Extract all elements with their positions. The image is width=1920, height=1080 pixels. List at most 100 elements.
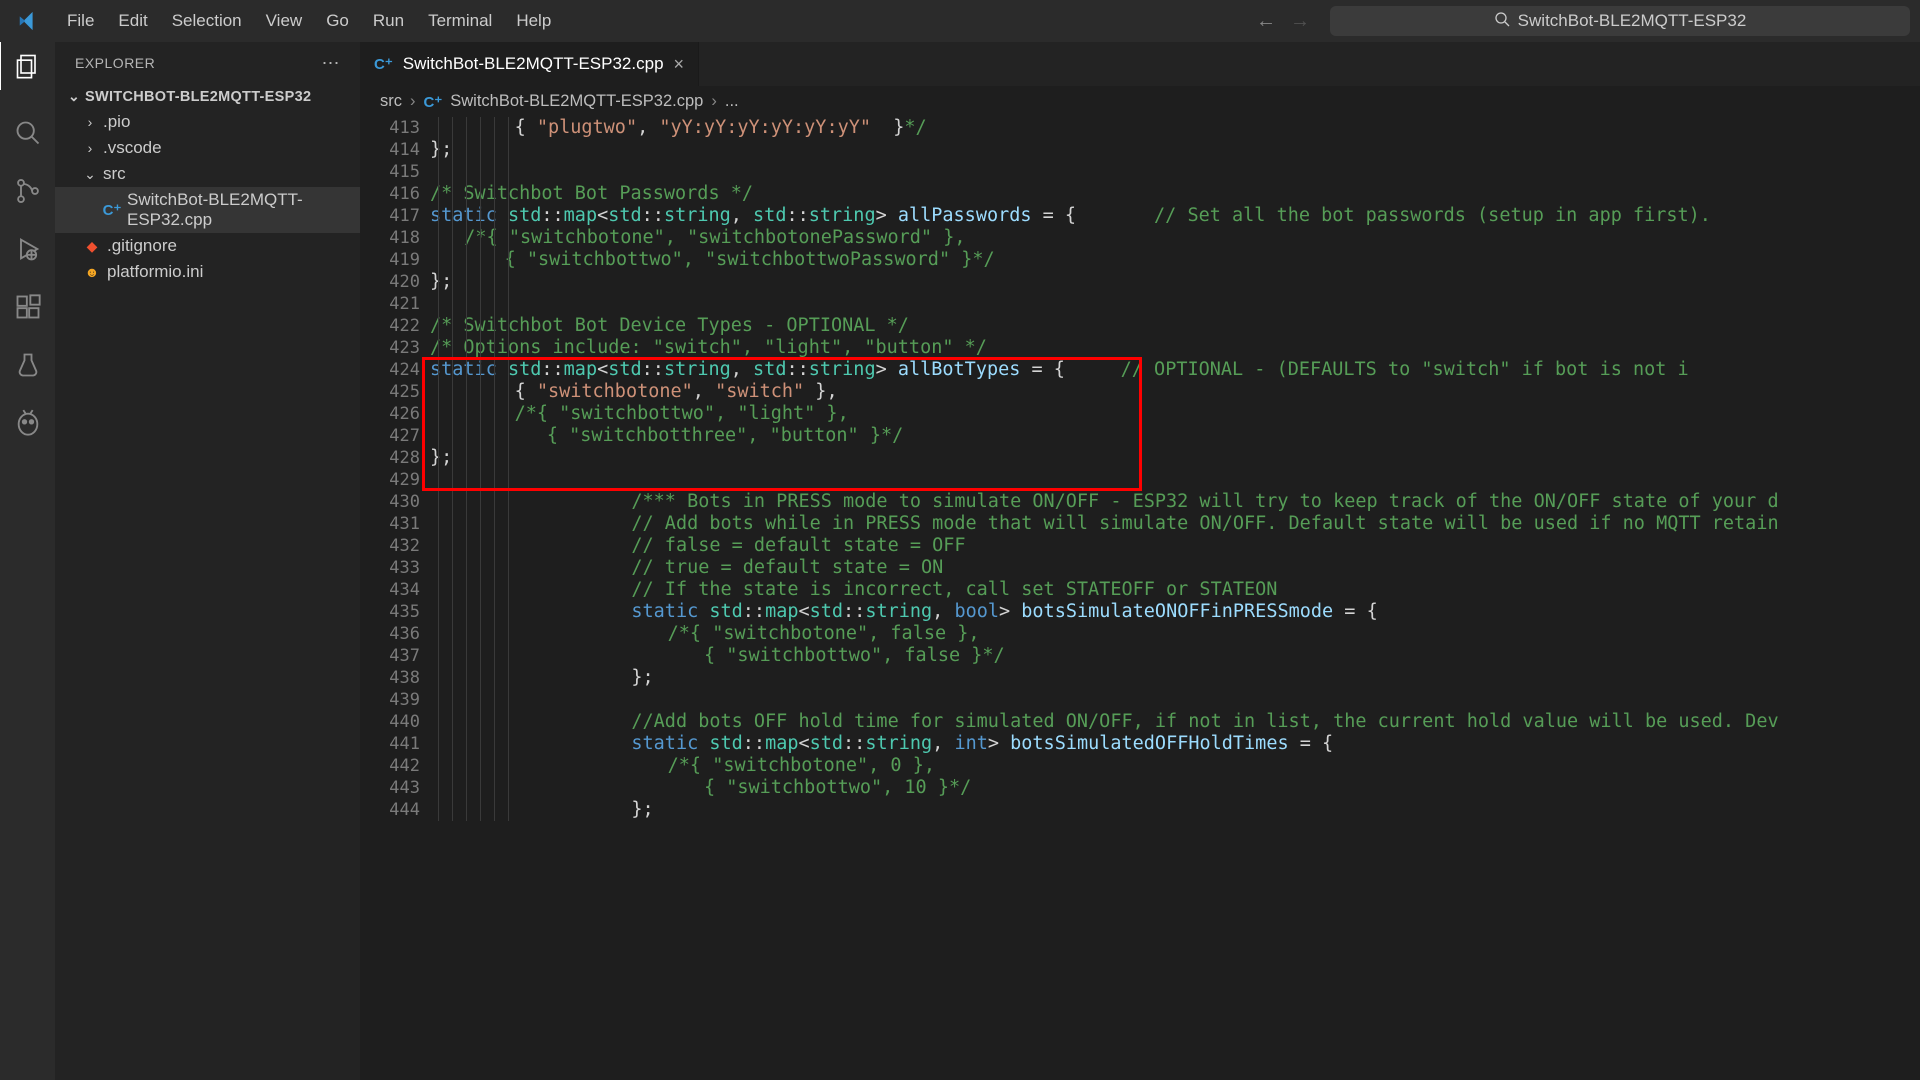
command-center-search[interactable]: SwitchBot-BLE2MQTT-ESP32 (1330, 6, 1910, 36)
code-line[interactable]: 421 (360, 293, 1920, 315)
indent-guides (420, 161, 520, 183)
code-line[interactable]: 433 // true = default state = ON (360, 557, 1920, 579)
nav-back-icon[interactable]: ← (1256, 10, 1276, 33)
code-line[interactable]: 442 /*{ "switchbotone", 0 }, (360, 755, 1920, 777)
code-line[interactable]: 416/* Switchbot Bot Passwords */ (360, 183, 1920, 205)
line-number: 421 (360, 293, 420, 315)
line-number: 419 (360, 249, 420, 271)
code-content (430, 293, 1920, 315)
code-editor[interactable]: 413 { "plugtwo", "yY:yY:yY:yY:yY:yY" }*/… (360, 117, 1920, 821)
breadcrumb[interactable]: src › C⁺ SwitchBot-BLE2MQTT-ESP32.cpp › … (360, 86, 1920, 117)
file-platformio-ini[interactable]: ☻platformio.ini (55, 259, 360, 285)
code-content (430, 469, 1920, 491)
code-line[interactable]: 413 { "plugtwo", "yY:yY:yY:yY:yY:yY" }*/ (360, 117, 1920, 139)
code-content: // Add bots while in PRESS mode that wil… (520, 513, 1920, 535)
code-line[interactable]: 444 }; (360, 799, 1920, 821)
code-line[interactable]: 440 //Add bots OFF hold time for simulat… (360, 711, 1920, 733)
code-line[interactable]: 430 /*** Bots in PRESS mode to simulate … (360, 491, 1920, 513)
indent-guides (420, 601, 520, 623)
explorer-more-icon[interactable]: ⋯ (322, 53, 341, 74)
menu-item-selection[interactable]: Selection (160, 5, 254, 37)
menu-item-view[interactable]: View (254, 5, 315, 37)
close-icon[interactable]: × (674, 54, 685, 75)
code-line[interactable]: 424static std::map<std::string, std::str… (360, 359, 1920, 381)
indent-guides (420, 183, 520, 205)
code-line[interactable]: 435 static std::map<std::string, bool> b… (360, 601, 1920, 623)
code-content: { "switchbottwo", false }*/ (548, 645, 1920, 667)
code-line[interactable]: 417static std::map<std::string, std::str… (360, 205, 1920, 227)
menu-item-run[interactable]: Run (361, 5, 416, 37)
main-menu: FileEditSelectionViewGoRunTerminalHelp (55, 5, 563, 37)
code-content: { "switchbotthree", "button" }*/ (480, 425, 1920, 447)
breadcrumb-symbol: ... (725, 92, 739, 111)
code-line[interactable]: 443 { "switchbottwo", 10 }*/ (360, 777, 1920, 799)
code-line[interactable]: 431 // Add bots while in PRESS mode that… (360, 513, 1920, 535)
code-content: /*{ "switchbotone", 0 }, (534, 755, 1920, 777)
code-line[interactable]: 437 { "switchbottwo", false }*/ (360, 645, 1920, 667)
code-line[interactable]: 420}; (360, 271, 1920, 293)
line-number: 440 (360, 711, 420, 733)
workspace-folder-header[interactable]: ⌄ SWITCHBOT-BLE2MQTT-ESP32 (55, 84, 360, 109)
testing-icon[interactable] (13, 350, 43, 380)
chevron-right-icon: › (83, 114, 97, 130)
code-line[interactable]: 418 /*{ "switchbotone", "switchbotonePas… (360, 227, 1920, 249)
code-line[interactable]: 434 // If the state is incorrect, call s… (360, 579, 1920, 601)
code-line[interactable]: 427 { "switchbotthree", "button" }*/ (360, 425, 1920, 447)
extensions-icon[interactable] (13, 292, 43, 322)
code-line[interactable]: 438 }; (360, 667, 1920, 689)
code-content: }; (520, 667, 1920, 689)
code-line[interactable]: 415 (360, 161, 1920, 183)
source-control-icon[interactable] (13, 176, 43, 206)
code-line[interactable]: 422/* Switchbot Bot Device Types - OPTIO… (360, 315, 1920, 337)
file-SwitchBot-BLE2MQTT-ESP32-cpp[interactable]: C⁺SwitchBot-BLE2MQTT-ESP32.cpp (55, 187, 360, 233)
file--gitignore[interactable]: ◆.gitignore (55, 233, 360, 259)
code-content: static std::map<std::string, std::string… (430, 359, 1920, 381)
code-line[interactable]: 425 { "switchbotone", "switch" }, (360, 381, 1920, 403)
code-line[interactable]: 439 (360, 689, 1920, 711)
indent-guides (420, 249, 520, 271)
line-number: 442 (360, 755, 420, 777)
tree-item-label: SwitchBot-BLE2MQTT-ESP32.cpp (127, 190, 360, 230)
menu-item-go[interactable]: Go (314, 5, 361, 37)
activity-bar (0, 42, 55, 1080)
editor-tab[interactable]: C⁺ SwitchBot-BLE2MQTT-ESP32.cpp × (360, 42, 699, 86)
menu-item-terminal[interactable]: Terminal (416, 5, 504, 37)
code-line[interactable]: 441 static std::map<std::string, int> bo… (360, 733, 1920, 755)
menu-item-edit[interactable]: Edit (106, 5, 159, 37)
chevron-right-icon: › (711, 92, 717, 111)
code-line[interactable]: 432 // false = default state = OFF (360, 535, 1920, 557)
code-line[interactable]: 414}; (360, 139, 1920, 161)
line-number: 427 (360, 425, 420, 447)
menu-item-help[interactable]: Help (504, 5, 563, 37)
indent-guides (420, 447, 520, 469)
folder--pio[interactable]: ›.pio (55, 109, 360, 135)
platformio-icon[interactable] (13, 408, 43, 438)
folder--vscode[interactable]: ›.vscode (55, 135, 360, 161)
indent-guides (420, 733, 520, 755)
folder-src[interactable]: ⌄src (55, 161, 360, 187)
search-activity-icon[interactable] (13, 118, 43, 148)
code-content: static std::map<std::string, bool> botsS… (520, 601, 1920, 623)
indent-guides (420, 227, 520, 249)
code-content (430, 161, 1920, 183)
code-line[interactable]: 419 { "switchbottwo", "switchbottwoPassw… (360, 249, 1920, 271)
code-line[interactable]: 429 (360, 469, 1920, 491)
indent-guides (420, 645, 520, 667)
nav-forward-icon[interactable]: → (1290, 10, 1310, 33)
menu-item-file[interactable]: File (55, 5, 106, 37)
line-number: 422 (360, 315, 420, 337)
indent-guides (420, 491, 520, 513)
run-debug-icon[interactable] (13, 234, 43, 264)
code-line[interactable]: 426 /*{ "switchbottwo", "light" }, (360, 403, 1920, 425)
code-line[interactable]: 428}; (360, 447, 1920, 469)
line-number: 443 (360, 777, 420, 799)
code-content: //Add bots OFF hold time for simulated O… (520, 711, 1920, 733)
line-number: 417 (360, 205, 420, 227)
code-line[interactable]: 423/* Options include: "switch", "light"… (360, 337, 1920, 359)
code-content: { "switchbottwo", 10 }*/ (548, 777, 1920, 799)
file-tree: ›.pio›.vscode⌄srcC⁺SwitchBot-BLE2MQTT-ES… (55, 109, 360, 285)
explorer-icon[interactable] (0, 42, 54, 90)
search-icon (1494, 11, 1510, 32)
code-line[interactable]: 436 /*{ "switchbotone", false }, (360, 623, 1920, 645)
code-content: // false = default state = OFF (520, 535, 1920, 557)
